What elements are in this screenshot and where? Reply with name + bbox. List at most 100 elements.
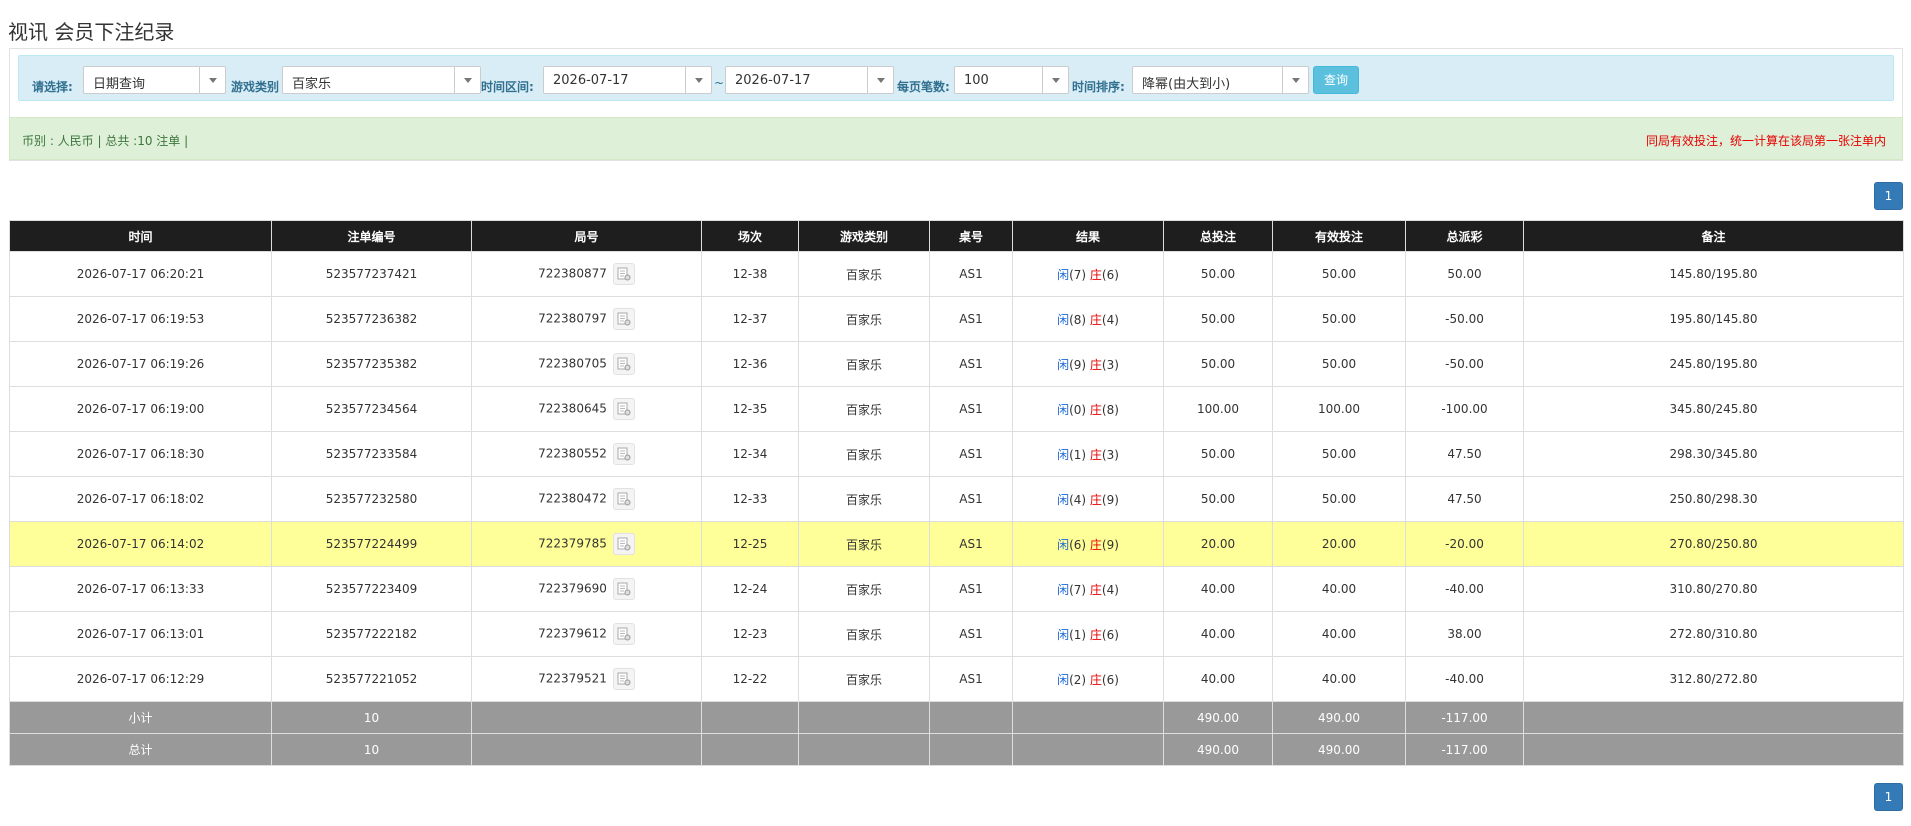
table-row: 2026-07-17 06:18:30 523577233584 722380552… (9, 431, 1904, 477)
game-type-select[interactable]: 百家乐 (282, 66, 481, 94)
cell-bet-no: 523577235382 (271, 341, 472, 387)
table-row: 2026-07-17 06:19:53 523577236382 722380797… (9, 296, 1904, 342)
pagination-page-button-top[interactable]: 1 (1874, 182, 1903, 210)
cell-total-bet: 50.00 (1163, 296, 1273, 342)
cell-note: 345.80/245.80 (1523, 386, 1904, 432)
cell-result: 闲(7) 庄(6) (1012, 251, 1164, 297)
header-result: 结果 (1012, 220, 1164, 252)
cell-note: 270.80/250.80 (1523, 521, 1904, 567)
chevron-down-icon (685, 67, 711, 93)
grand-total-payout: -117.00 (1405, 733, 1524, 766)
result-banker-label: 庄 (1089, 267, 1102, 282)
round-record-icon[interactable] (612, 623, 635, 645)
result-player-label: 闲 (1057, 582, 1070, 597)
game-type-label: 游戏类别 (231, 80, 280, 94)
cell-valid-bet: 40.00 (1272, 656, 1406, 702)
pagination-page-button-bottom[interactable]: 1 (1874, 783, 1903, 811)
cell-session: 12-38 (701, 251, 799, 297)
round-number: 722379785 (538, 536, 607, 551)
cell-table-no: AS1 (929, 251, 1013, 297)
cell-time: 2026-07-17 06:19:53 (9, 296, 272, 342)
cell-session: 12-33 (701, 476, 799, 522)
result-player-score: (7) (1069, 582, 1087, 597)
subtotal-count: 10 (271, 701, 472, 734)
result-banker-label: 庄 (1089, 582, 1102, 597)
round-record-icon[interactable] (612, 398, 635, 420)
cell-note: 272.80/310.80 (1523, 611, 1904, 657)
cell-bet-no: 523577234564 (271, 386, 472, 432)
cell-result: 闲(2) 庄(6) (1012, 656, 1164, 702)
grand-total-label: 总计 (9, 733, 272, 766)
cell-time: 2026-07-17 06:12:29 (9, 656, 272, 702)
chevron-down-icon (1282, 67, 1308, 93)
sort-select[interactable]: 降幂(由大到小) (1132, 66, 1309, 94)
result-player-label: 闲 (1057, 267, 1070, 282)
round-record-icon[interactable] (612, 443, 635, 465)
result-banker-label: 庄 (1089, 447, 1102, 462)
table-header-row: 时间 注单编号 局号 场次 游戏类别 桌号 结果 总投注 有效投注 总派彩 备注 (9, 220, 1904, 252)
result-banker-score: (4) (1101, 312, 1119, 327)
round-number: 722380645 (538, 401, 607, 416)
result-banker-label: 庄 (1089, 492, 1102, 507)
cell-round: 722380797 (471, 296, 702, 342)
cell-session: 12-24 (701, 566, 799, 612)
result-banker-score: (8) (1101, 402, 1119, 417)
round-number: 722380552 (538, 446, 607, 461)
result-player-score: (6) (1069, 537, 1087, 552)
header-session: 场次 (701, 220, 799, 252)
select-label: 请选择: (32, 80, 73, 94)
cell-note: 250.80/298.30 (1523, 476, 1904, 522)
cell-bet-no: 523577221052 (271, 656, 472, 702)
result-player-score: (0) (1069, 402, 1087, 417)
per-page-select[interactable]: 100 (954, 66, 1069, 94)
subtotal-label: 小计 (9, 701, 272, 734)
result-player-score: (1) (1069, 627, 1087, 642)
cell-payout: -50.00 (1405, 341, 1524, 387)
date-from-select[interactable]: 2026-07-17 (543, 66, 712, 94)
cell-session: 12-25 (701, 521, 799, 567)
cell-bet-no: 523577222182 (271, 611, 472, 657)
table-row: 2026-07-17 06:13:33 523577223409 722379690… (9, 566, 1904, 612)
bet-records-table: 时间 注单编号 局号 场次 游戏类别 桌号 结果 总投注 有效投注 总派彩 备注… (9, 220, 1904, 766)
cell-result: 闲(1) 庄(3) (1012, 431, 1164, 477)
query-type-select[interactable]: 日期查询 (83, 66, 226, 94)
round-record-icon[interactable] (612, 263, 635, 285)
round-record-icon[interactable] (612, 668, 635, 690)
round-record-icon[interactable] (612, 308, 635, 330)
result-banker-label: 庄 (1089, 312, 1102, 327)
cell-valid-bet: 50.00 (1272, 296, 1406, 342)
subtotal-row: 小计 10 490.00 490.00 -117.00 (9, 701, 1904, 734)
date-to-select[interactable]: 2026-07-17 (725, 66, 894, 94)
round-record-icon[interactable] (612, 578, 635, 600)
query-button[interactable]: 查询 (1313, 66, 1359, 94)
table-row: 2026-07-17 06:19:00 523577234564 722380645… (9, 386, 1904, 432)
chevron-down-icon (1042, 67, 1068, 93)
cell-time: 2026-07-17 06:19:26 (9, 341, 272, 387)
round-record-icon[interactable] (612, 353, 635, 375)
cell-round: 722379612 (471, 611, 702, 657)
round-record-icon[interactable] (612, 533, 635, 555)
cell-round: 722380472 (471, 476, 702, 522)
cell-table-no: AS1 (929, 521, 1013, 567)
cell-total-bet: 50.00 (1163, 431, 1273, 477)
cell-game: 百家乐 (798, 251, 930, 297)
result-player-score: (1) (1069, 447, 1087, 462)
table-row: 2026-07-17 06:12:29 523577221052 722379521… (9, 656, 1904, 702)
result-player-label: 闲 (1057, 537, 1070, 552)
cell-time: 2026-07-17 06:20:21 (9, 251, 272, 297)
cell-table-no: AS1 (929, 386, 1013, 432)
result-player-score: (7) (1069, 267, 1087, 282)
per-page-label: 每页笔数: (897, 80, 950, 94)
cell-session: 12-34 (701, 431, 799, 477)
table-row: 2026-07-17 06:18:02 523577232580 722380472… (9, 476, 1904, 522)
chevron-down-icon (454, 67, 480, 93)
round-record-icon[interactable] (612, 488, 635, 510)
per-page-value: 100 (964, 73, 989, 88)
cell-table-no: AS1 (929, 611, 1013, 657)
table-row: 2026-07-17 06:19:26 523577235382 722380705… (9, 341, 1904, 387)
grand-total-total-bet: 490.00 (1163, 733, 1273, 766)
query-type-value: 日期查询 (93, 77, 146, 92)
cell-round: 722380877 (471, 251, 702, 297)
cell-total-bet: 100.00 (1163, 386, 1273, 432)
cell-game: 百家乐 (798, 341, 930, 387)
